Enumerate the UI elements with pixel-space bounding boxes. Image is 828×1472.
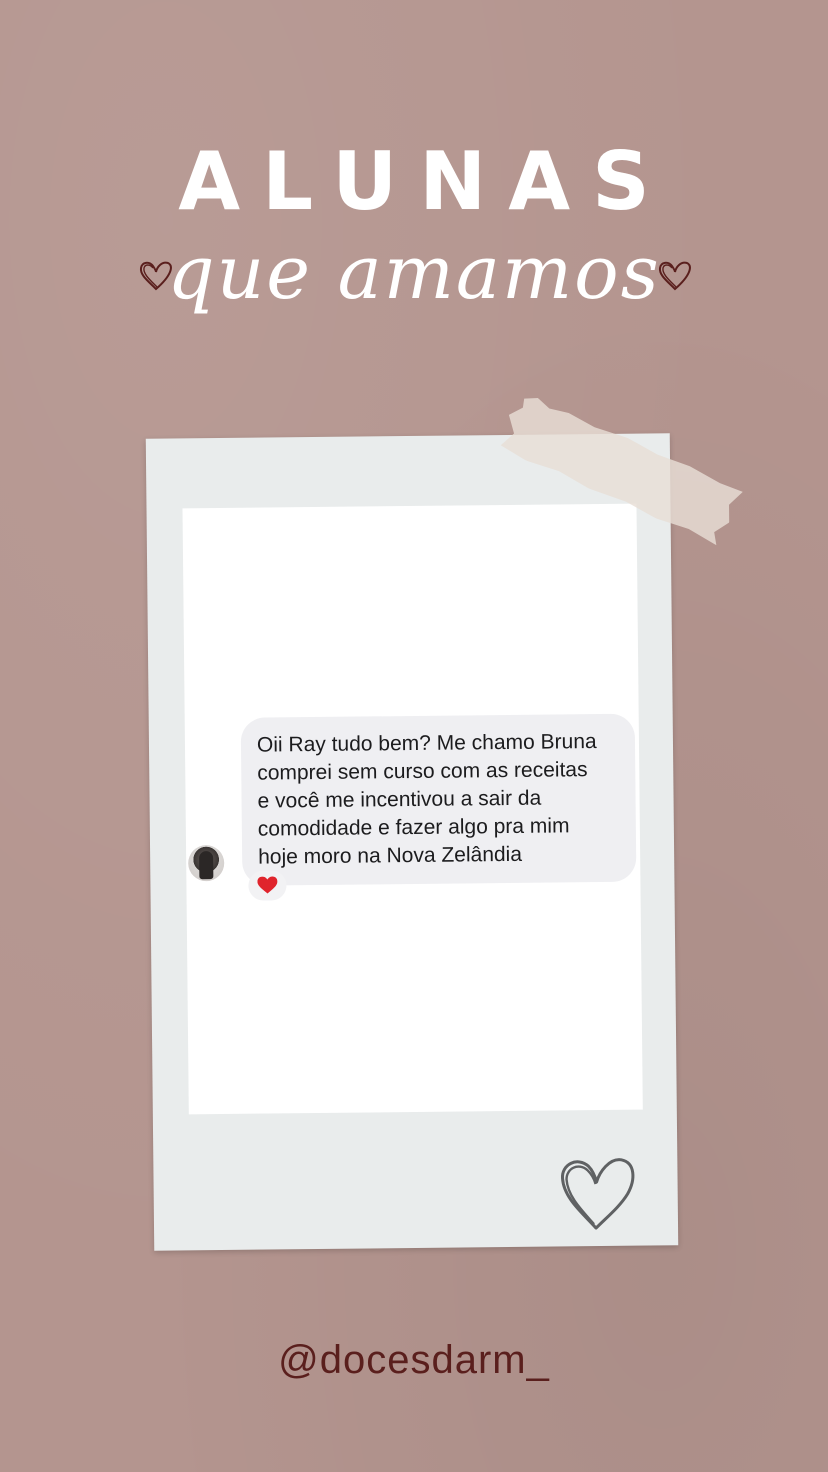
- red-heart-icon: [257, 876, 278, 894]
- avatar: [188, 844, 225, 882]
- reaction-badge: [248, 870, 287, 901]
- instagram-handle: @docesdarm_: [278, 1338, 550, 1382]
- message-screenshot: Oii Ray tudo bem? Me chamo Bruna comprei…: [182, 503, 643, 1115]
- heart-outline-icon: [658, 261, 691, 291]
- page-title: ALUNAS: [178, 135, 672, 228]
- message-line: hoje moro na Nova Zelândia: [258, 842, 523, 869]
- message-line: comodidade e fazer algo pra mim: [257, 814, 570, 841]
- message-line: Oii Ray tudo bem? Me chamo Bruna: [256, 730, 597, 757]
- message-bubble: Oii Ray tudo bem? Me chamo Bruna comprei…: [240, 713, 637, 886]
- page-subtitle: que amamos: [167, 230, 661, 316]
- polaroid-frame: Oii Ray tudo bem? Me chamo Bruna comprei…: [145, 433, 679, 1251]
- heart-doodle-icon: [561, 1158, 635, 1230]
- message-line: e você me incentivou a sair da: [257, 786, 542, 813]
- message-line: comprei sem curso com as receitas: [257, 758, 588, 785]
